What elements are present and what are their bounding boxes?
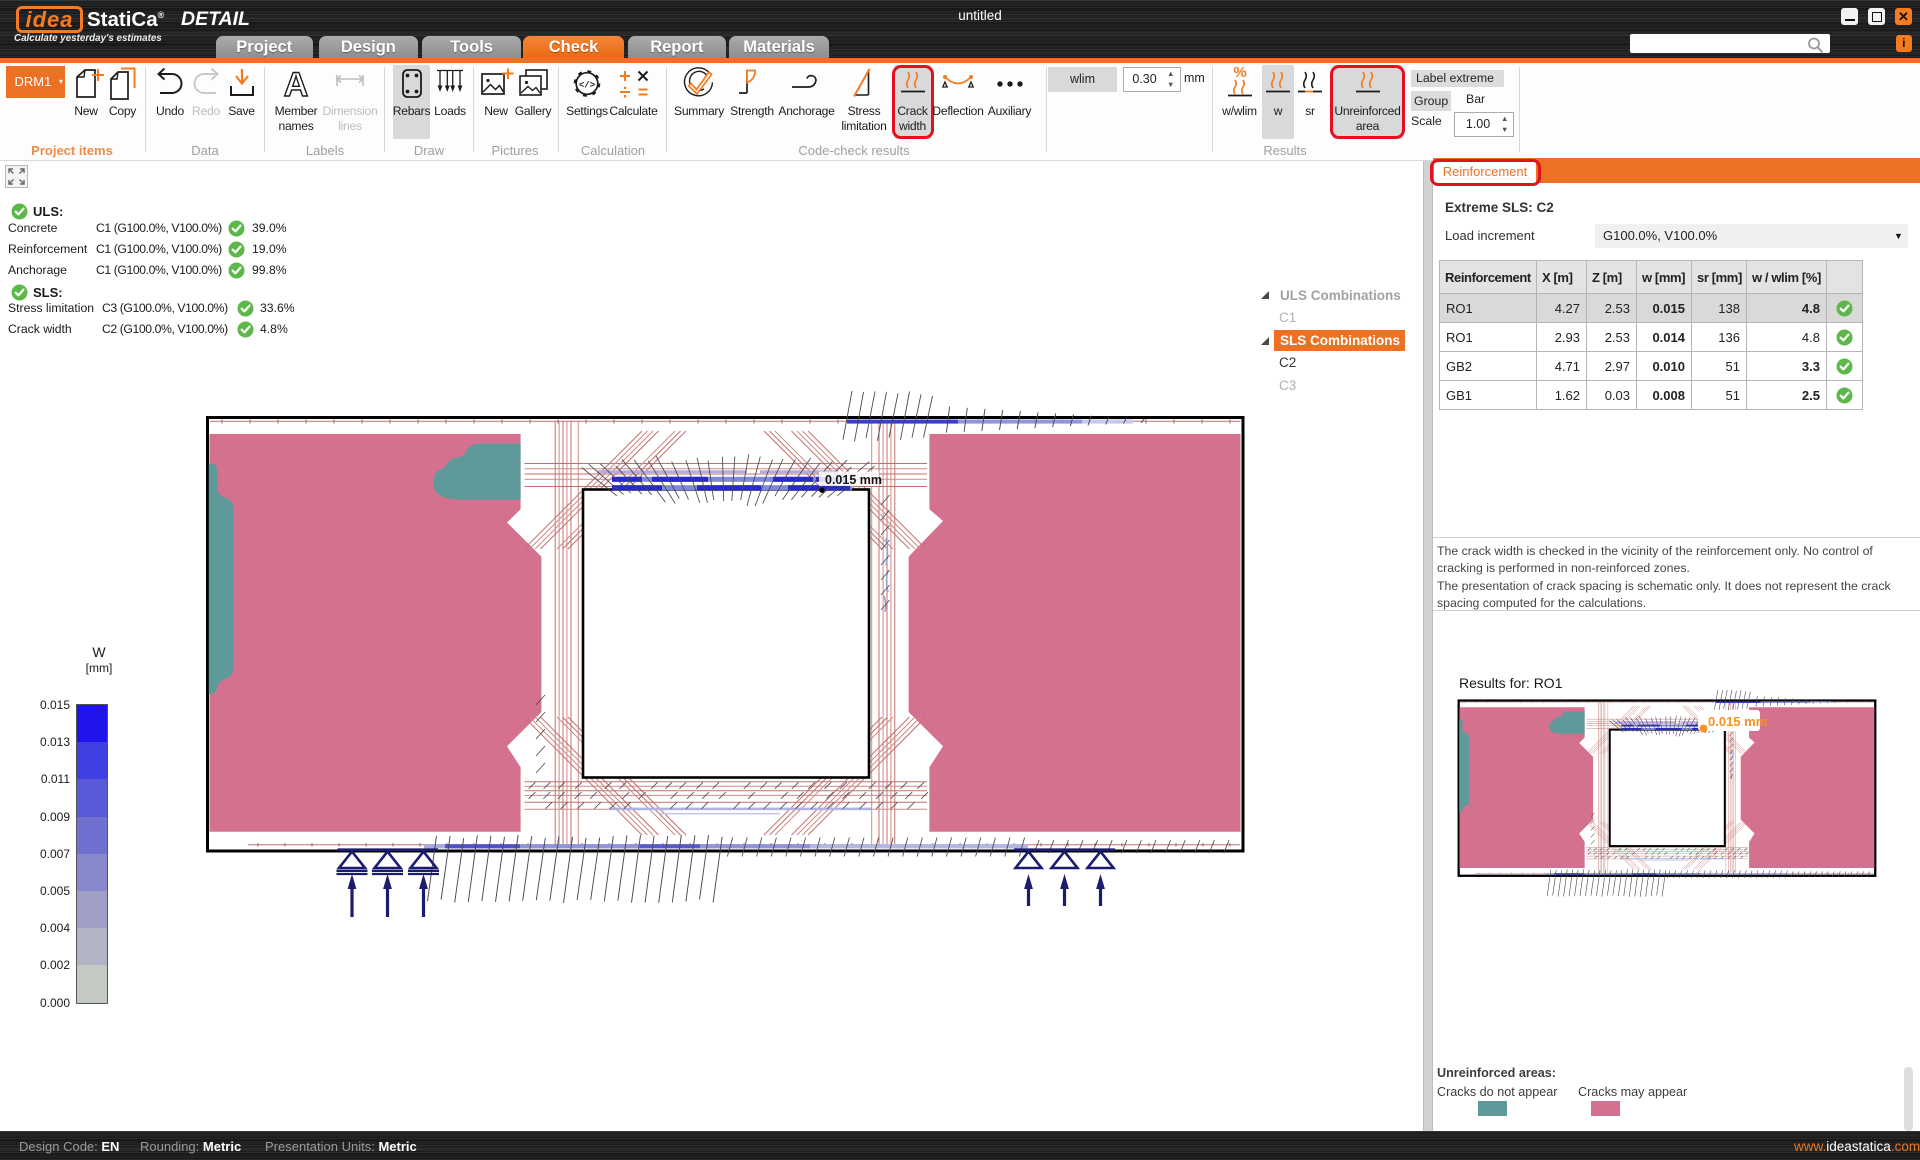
svg-text:0.015 mm: 0.015 mm [825, 473, 882, 487]
svg-text:%: % [1233, 66, 1246, 81]
svg-text:</>: </> [579, 81, 595, 91]
svg-text:0.015 mm: 0.015 mm [1708, 714, 1767, 729]
svg-text:A: A [284, 66, 309, 102]
